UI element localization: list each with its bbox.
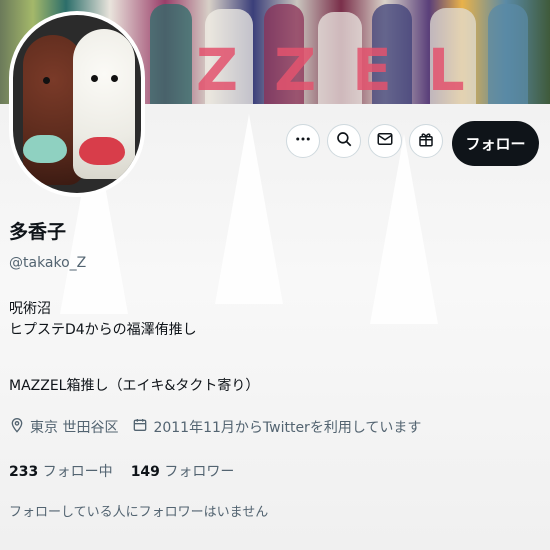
message-button[interactable]	[368, 124, 402, 158]
calendar-icon	[132, 417, 148, 437]
banner-logo-text: Z Z E L	[196, 36, 467, 104]
location-text: 東京 世田谷区	[30, 420, 119, 436]
search-button[interactable]	[327, 124, 361, 158]
follow-stats: 233 フォロー中 149 フォロワー	[9, 461, 234, 481]
followers-link[interactable]: 149 フォロワー	[131, 461, 235, 481]
avatar[interactable]	[9, 11, 145, 197]
mail-icon	[376, 130, 394, 152]
joined-text: 2011年11月からTwitterを利用しています	[153, 420, 422, 436]
profile-meta: 東京 世田谷区 2011年11月からTwitterを利用しています	[9, 417, 435, 437]
more-button[interactable]	[286, 124, 320, 158]
bio-line: MAZZEL箱推し（エイキ&タクト寄り）	[9, 378, 260, 394]
gift-button[interactable]	[409, 124, 443, 158]
location-icon	[9, 417, 25, 437]
following-label: フォロー中	[42, 464, 113, 480]
profile-handle: @takako_Z	[9, 255, 87, 271]
profile-bio: 呪術沼 ヒプステD4からの福澤侑推し	[9, 299, 197, 341]
more-icon	[294, 130, 312, 152]
follow-button[interactable]: フォロー	[452, 121, 539, 166]
mutual-followers-note: フォローしている人にフォロワーはいません	[9, 505, 269, 520]
profile-name: 多香子	[9, 221, 67, 243]
search-icon	[335, 130, 353, 152]
following-count: 233	[9, 464, 39, 480]
gift-icon	[417, 130, 435, 152]
bio-line: 呪術沼	[9, 301, 51, 317]
followers-count: 149	[130, 464, 160, 480]
followers-label: フォロワー	[164, 464, 235, 480]
bio-line: ヒプステD4からの福澤侑推し	[9, 322, 197, 338]
following-link[interactable]: 233 フォロー中	[9, 461, 113, 481]
